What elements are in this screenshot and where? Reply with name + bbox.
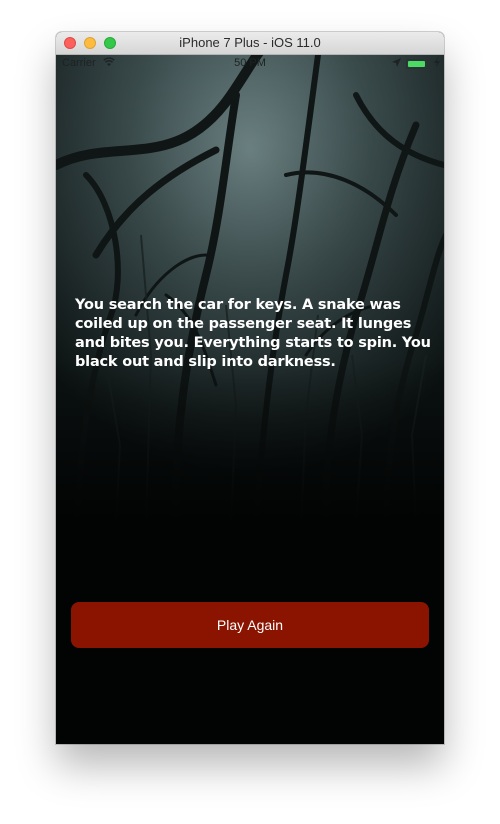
charging-bolt-icon — [434, 57, 440, 70]
window-titlebar: iPhone 7 Plus - iOS 11.0 — [56, 32, 444, 55]
status-time: 50 PM — [234, 57, 266, 69]
battery-nub — [430, 62, 432, 66]
battery-icon — [406, 59, 430, 69]
battery-level-fill — [408, 61, 425, 67]
location-arrow-icon — [392, 58, 401, 70]
status-bar: Carrier 50 PM — [56, 55, 444, 73]
forest-background-image — [56, 55, 444, 525]
simulator-window: iPhone 7 Plus - iOS 11.0 Carrier 50 PM Y… — [56, 32, 444, 744]
story-text: You search the car for keys. A snake was… — [75, 297, 431, 370]
window-title: iPhone 7 Plus - iOS 11.0 — [179, 35, 321, 50]
play-again-button[interactable]: Play Again — [71, 602, 429, 648]
app-screen: Carrier 50 PM You search the car for key… — [56, 55, 444, 744]
